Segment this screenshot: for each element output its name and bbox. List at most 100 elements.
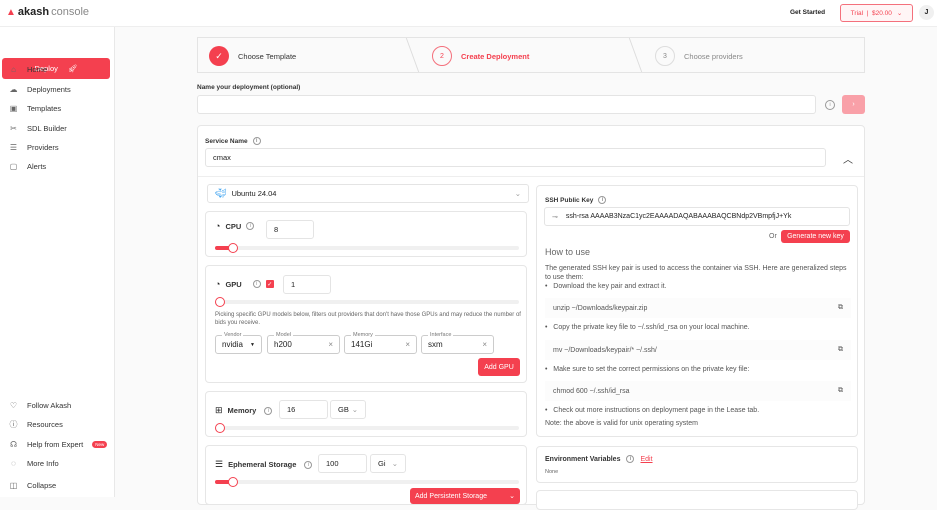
gpu-input[interactable]: 1 — [283, 275, 331, 294]
clear-icon[interactable]: × — [482, 340, 487, 349]
builder-icon: ✂ — [10, 124, 17, 133]
step-choose-template[interactable]: ✓ Choose Template — [209, 46, 296, 66]
cpu-input[interactable]: 8 — [266, 220, 314, 239]
sidebar-item-templates[interactable]: ▣ Templates — [9, 104, 61, 113]
memory-value: 141Gi — [351, 340, 373, 349]
nav-label: Help from Expert — [27, 440, 84, 449]
code-text: mv ~/Downloads/keypair/* ~/.ssh/ — [553, 346, 657, 354]
slider-thumb[interactable] — [228, 243, 239, 253]
generate-key-button[interactable]: Generate new key — [781, 230, 850, 243]
sidebar-item-alerts[interactable]: ▢ Alerts — [9, 162, 46, 171]
copy-icon[interactable]: ⧉ — [838, 387, 843, 395]
clear-icon[interactable]: × — [405, 340, 410, 349]
nav-label: Deployments — [27, 85, 71, 94]
gpu-interface-field[interactable]: Interface sxm × — [421, 332, 494, 354]
collapse-icon: ◫ — [9, 481, 18, 490]
info-icon[interactable]: i — [246, 222, 255, 230]
info-icon[interactable]: i — [598, 196, 607, 204]
interface-legend: Interface — [428, 332, 454, 338]
gauge-icon: ◔ — [215, 221, 221, 231]
chevron-down-icon: ⌄ — [514, 189, 521, 198]
step-text: Check out more instructions on deploymen… — [553, 407, 760, 414]
storage-label: Ephemeral Storage — [228, 460, 297, 469]
memory-slider[interactable] — [215, 423, 519, 433]
sidebar-item-providers[interactable]: ☰ Providers — [9, 143, 59, 152]
nav-label: More Info — [27, 459, 59, 468]
chevron-down-icon[interactable]: ⌄ — [509, 492, 515, 500]
storage-slider[interactable] — [215, 477, 519, 487]
home-icon: ⌂ — [11, 65, 16, 74]
info-icon[interactable]: i — [626, 455, 635, 463]
cpu-slider[interactable] — [215, 243, 519, 253]
step-text: Make sure to set the correct permissions… — [553, 366, 750, 373]
sidebar-item-sdl-builder[interactable]: ✂ SDL Builder — [9, 124, 67, 133]
next-button[interactable]: › — [842, 95, 865, 114]
unit-value: GB — [338, 405, 349, 414]
memory-input[interactable]: 16 — [279, 400, 328, 419]
key-icon: ⊸ — [552, 213, 558, 221]
code-text: unzip ~/Downloads/keypair.zip — [553, 304, 648, 312]
step-choose-providers[interactable]: 3 Choose providers — [655, 46, 743, 66]
template-icon: ▣ — [9, 104, 18, 113]
sidebar-item-home[interactable]: ⌂ Home — [9, 65, 47, 74]
memory-unit-select[interactable]: GB ⌄ — [330, 400, 366, 419]
gpu-vendor-select[interactable]: Vendor nvidia ▼ — [215, 332, 262, 354]
gpu-model-field[interactable]: Model h200 × — [267, 332, 340, 354]
slider-thumb[interactable] — [228, 477, 239, 487]
gpu-checkbox[interactable]: ✓ — [265, 280, 274, 288]
info-icon[interactable]: i — [252, 137, 261, 145]
slider-thumb[interactable] — [215, 297, 225, 307]
add-persistent-storage-button[interactable]: Add Persistent Storage ⌄ — [410, 488, 520, 504]
memory-label: Memory — [227, 406, 257, 415]
info-icon[interactable]: i — [264, 406, 273, 415]
info-icon[interactable]: i — [252, 280, 261, 288]
model-value: h200 — [274, 340, 292, 349]
info-icon[interactable]: i — [825, 100, 835, 110]
sidebar-item-collapse[interactable]: ◫ Collapse — [9, 481, 56, 490]
avatar[interactable]: J — [919, 5, 934, 20]
server-icon: ☰ — [9, 143, 18, 152]
deployment-name-input[interactable] — [197, 95, 816, 114]
gpu-card: ◔ GPU i ✓ 1 Picking specific GPU models bel… — [205, 265, 527, 383]
collapse-chevron-icon[interactable]: ︿ — [843, 151, 853, 166]
storage-input[interactable]: 100 — [318, 454, 367, 473]
service-name-input[interactable]: cmax — [205, 148, 826, 167]
step-item: • Copy the private key file to ~/.ssh/id… — [545, 324, 750, 331]
deployment-name-label: Name your deployment (optional) — [197, 84, 301, 91]
trial-balance-button[interactable]: Trial | $20.00 ⌄ — [840, 4, 913, 22]
vendor-value: nvidia — [222, 340, 243, 349]
add-gpu-button[interactable]: Add GPU — [478, 358, 520, 376]
nav-label: Resources — [27, 420, 63, 429]
step-label: Create Deployment — [461, 51, 530, 61]
sidebar-item-follow[interactable]: ♡ Follow Akash — [9, 401, 71, 410]
nav-label: Collapse — [27, 481, 57, 490]
copy-icon[interactable]: ⧉ — [838, 346, 843, 354]
sidebar-item-more-info[interactable]: ◌ More Info — [9, 459, 59, 468]
info-icon[interactable]: i — [304, 460, 313, 469]
ssh-key-input[interactable]: ⊸ ssh-rsa AAAAB3NzaC1yc2EAAAADAQABAAABAQC… — [544, 207, 850, 226]
service-name-label-row: Service Name i — [205, 137, 261, 145]
sidebar-item-deployments[interactable]: ☁ Deployments — [9, 85, 71, 94]
ssh-key-value: ssh-rsa AAAAB3NzaC1yc2EAAAADAQABAAABAQCB… — [565, 213, 792, 220]
env-label: Environment Variables — [545, 455, 621, 463]
env-edit-link[interactable]: Edit — [640, 456, 652, 463]
clear-icon[interactable]: × — [328, 340, 333, 349]
image-select[interactable]: 🐳︎ Ubuntu 24.04 ⌄ — [207, 184, 529, 203]
heart-icon: ♡ — [9, 401, 18, 410]
nav-label: SDL Builder — [27, 124, 67, 133]
slider-thumb[interactable] — [215, 423, 225, 433]
gpu-slider[interactable] — [215, 297, 519, 307]
step-item: • Check out more instructions on deploym… — [545, 407, 760, 414]
step-create-deployment[interactable]: 2 Create Deployment — [432, 46, 529, 66]
akash-logo[interactable]: ▲ akash console — [6, 6, 89, 18]
more-icon: ◌ — [11, 459, 16, 468]
sidebar-item-help[interactable]: ☊ Help from Expert New — [9, 440, 108, 449]
sidebar-item-resources[interactable]: ⓘ Resources — [9, 420, 63, 429]
chevron-down-icon: ⌄ — [351, 405, 358, 414]
chip-icon: ⊞ — [215, 405, 223, 415]
gpu-memory-field[interactable]: Memory 141Gi × — [344, 332, 417, 354]
get-started-link[interactable]: Get Started — [790, 9, 825, 16]
copy-icon[interactable]: ⧉ — [838, 304, 843, 312]
headset-icon: ☊ — [9, 440, 18, 449]
storage-unit-select[interactable]: Gi ⌄ — [370, 454, 406, 473]
